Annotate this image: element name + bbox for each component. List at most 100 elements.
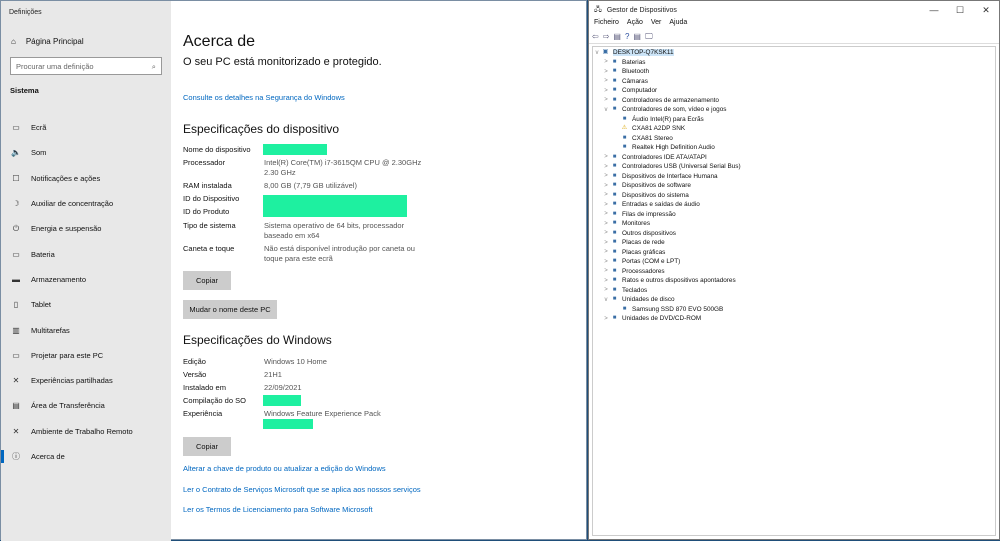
expand-icon[interactable]: > <box>602 278 610 284</box>
redacted-value <box>263 419 313 429</box>
search-input[interactable]: Procurar uma definição ⌕ <box>10 57 162 75</box>
expand-icon[interactable]: > <box>602 192 610 198</box>
back-icon[interactable]: ⇦ <box>592 32 599 41</box>
tree-item[interactable]: > ■ Dispositivos de software <box>593 181 995 191</box>
tree-item[interactable]: > ■ Computador <box>593 86 995 96</box>
tree-item[interactable]: > ■ Câmaras <box>593 77 995 87</box>
sidebar-item-notifica-es-e-a-es[interactable]: ☐ Notificações e ações <box>1 166 171 191</box>
tree-item[interactable]: > ■ Teclados <box>593 286 995 296</box>
sidebar-item-armazenamento[interactable]: ▬ Armazenamento <box>1 267 171 292</box>
menu-3[interactable]: Ajuda <box>669 19 687 30</box>
forward-icon[interactable]: ⇨ <box>603 32 610 41</box>
tree-item[interactable]: > ■ Outros dispositivos <box>593 229 995 239</box>
view-icon[interactable]: ▤ <box>633 32 641 41</box>
tree-item[interactable]: ■ CXA81 Stereo <box>593 134 995 144</box>
tree-root[interactable]: v ▣ DESKTOP-Q7KSK11 <box>593 48 995 58</box>
expand-icon[interactable]: > <box>602 88 610 94</box>
services-agreement-link[interactable]: Ler o Contrato de Serviços Microsoft que… <box>183 485 421 494</box>
expand-icon[interactable]: > <box>602 221 610 227</box>
security-link[interactable]: Consulte os detalhes na Segurança do Win… <box>183 93 345 102</box>
expand-icon[interactable]: > <box>602 183 610 189</box>
tree-item[interactable]: > ■ Controladores de armazenamento <box>593 96 995 106</box>
sidebar-item-ambiente-de-trabalho-remoto[interactable]: ✕ Ambiente de Trabalho Remoto <box>1 419 171 444</box>
expand-icon[interactable]: > <box>602 78 610 84</box>
tree-item[interactable]: > ■ Filas de impressão <box>593 210 995 220</box>
sidebar-item-energia-e-suspens-o[interactable]: ⏻ Energia e suspensão <box>1 216 171 241</box>
help-icon[interactable]: ? <box>625 32 629 41</box>
menu-1[interactable]: Ação <box>627 19 643 30</box>
scan-hardware-icon[interactable]: 🖵 <box>645 32 653 42</box>
tree-item[interactable]: > ■ Controladores USB (Universal Serial Bu… <box>593 162 995 172</box>
tree-item[interactable]: > ■ Dispositivos do sistema <box>593 191 995 201</box>
tree-item[interactable]: > ■ Controladores IDE ATA/ATAPI <box>593 153 995 163</box>
minimize-button[interactable]: — <box>921 1 947 19</box>
sidebar-item-acerca-de[interactable]: ⓘ Acerca de <box>1 444 171 469</box>
sidebar-item-experi-ncias-partilhadas[interactable]: ✕ Experiências partilhadas <box>1 368 171 393</box>
collapse-icon[interactable]: v <box>593 50 601 56</box>
device-icon: ■ <box>612 163 617 170</box>
expand-icon[interactable]: > <box>602 259 610 265</box>
tree-item[interactable]: > ■ Portas (COM e LPT) <box>593 257 995 267</box>
tree-item[interactable]: ⚠ CXA81 A2DP SNK <box>593 124 995 134</box>
sidebar-item-multitarefas[interactable]: ▥ Multitarefas <box>1 317 171 342</box>
tree-item[interactable]: > ■ Dispositivos de Interface Humana <box>593 172 995 182</box>
expand-icon[interactable]: > <box>602 249 610 255</box>
expand-icon[interactable]: > <box>602 97 610 103</box>
window-title: Definições <box>9 9 42 16</box>
expand-icon[interactable]: > <box>602 164 610 170</box>
sidebar-item-tablet[interactable]: ▯ Tablet <box>1 292 171 317</box>
tree-item[interactable]: > ■ Monitores <box>593 219 995 229</box>
properties-icon[interactable]: ▤ <box>613 32 621 41</box>
expand-icon[interactable]: > <box>602 59 610 65</box>
product-key-link[interactable]: Alterar a chave de produto ou atualizar … <box>183 464 386 473</box>
tree-item[interactable]: > ■ Placas de rede <box>593 238 995 248</box>
copy-device-button[interactable]: Copiar <box>183 271 231 290</box>
expand-icon[interactable]: > <box>602 154 610 160</box>
copy-windows-button[interactable]: Copiar <box>183 437 231 456</box>
collapse-icon[interactable]: v <box>602 297 610 303</box>
sidebar-item-auxiliar-de-concentra-o[interactable]: ☽ Auxiliar de concentração <box>1 191 171 216</box>
device-specs-title: Especificações do dispositivo <box>183 122 340 136</box>
menu-0[interactable]: Ficheiro <box>594 19 619 30</box>
tree-item[interactable]: > ■ Placas gráficas <box>593 248 995 258</box>
expand-icon[interactable]: > <box>602 230 610 236</box>
tree-item[interactable]: > ■ Entradas e saídas de áudio <box>593 200 995 210</box>
tree-item[interactable]: > ■ Ratos e outros dispositivos apontadore… <box>593 276 995 286</box>
sidebar-item-projetar-para-este-pc[interactable]: ▭ Projetar para este PC <box>1 343 171 368</box>
menu-2[interactable]: Ver <box>651 19 662 30</box>
sidebar-item-bateria[interactable]: ▭ Bateria <box>1 241 171 266</box>
license-terms-link[interactable]: Ler os Termos de Licenciamento para Soft… <box>183 505 373 514</box>
expand-icon[interactable]: > <box>602 202 610 208</box>
sidebar-item-ecr-[interactable]: ▭ Ecrã <box>1 115 171 140</box>
tree-item[interactable]: > ■ Unidades de DVD/CD-ROM <box>593 314 995 324</box>
close-button[interactable]: ✕ <box>973 1 999 19</box>
tree-label: Portas (COM e LPT) <box>622 258 681 266</box>
expand-icon[interactable]: > <box>602 173 610 179</box>
sidebar-item-som[interactable]: 🔈 Som <box>1 140 171 165</box>
tree-item[interactable]: v ■ Unidades de disco <box>593 295 995 305</box>
rename-pc-button[interactable]: Mudar o nome deste PC <box>183 300 277 319</box>
expand-icon[interactable]: > <box>602 287 610 293</box>
expand-icon[interactable]: > <box>602 316 610 322</box>
expand-icon[interactable]: > <box>602 240 610 246</box>
tree-item[interactable]: ■ Samsung SSD 870 EVO 500GB <box>593 305 995 315</box>
tree-item[interactable]: > ■ Processadores <box>593 267 995 277</box>
share-icon: ✕ <box>12 376 20 386</box>
device-icon: ■ <box>622 144 627 151</box>
expand-icon[interactable]: > <box>602 268 610 274</box>
expand-icon[interactable]: > <box>602 211 610 217</box>
collapse-icon[interactable]: v <box>602 107 610 113</box>
maximize-button[interactable]: ☐ <box>947 1 973 19</box>
tree-item[interactable]: > ■ Baterias <box>593 58 995 68</box>
expand-icon[interactable]: > <box>602 69 610 75</box>
sidebar-item-label: Ambiente de Trabalho Remoto <box>31 426 133 436</box>
tree-item[interactable]: > ■ Bluetooth <box>593 67 995 77</box>
tree-item[interactable]: v ■ Controladores de som, vídeo e jogos <box>593 105 995 115</box>
home-link[interactable]: ⌂ Página Principal <box>11 37 84 46</box>
redacted-value <box>263 144 327 155</box>
moon-icon: ☽ <box>12 199 20 209</box>
sidebar-item--rea-de-transfer-ncia[interactable]: ▤ Área de Transferência <box>1 393 171 418</box>
tree-item[interactable]: ■ Realtek High Definition Audio <box>593 143 995 153</box>
tree-label: Ratos e outros dispositivos apontadores <box>622 277 736 285</box>
tree-item[interactable]: ■ Áudio Intel(R) para Ecrãs <box>593 115 995 125</box>
